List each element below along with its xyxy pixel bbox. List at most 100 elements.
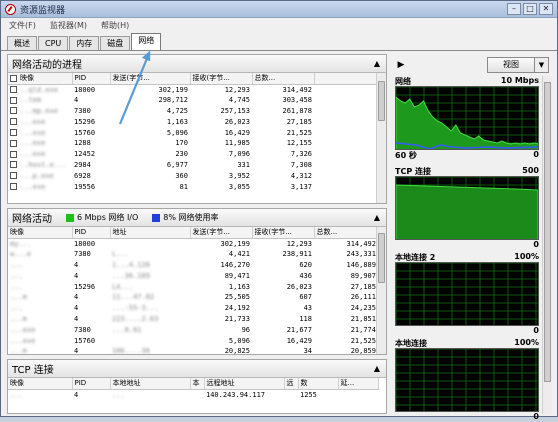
table-row[interactable]: ...exe 15296 1,163 26,023 27,185 xyxy=(8,116,378,127)
tcp-connections-header[interactable]: TCP 连接 ▲ xyxy=(8,360,386,378)
menu-file[interactable]: 文件(F) xyxy=(9,20,36,31)
cell-address: 11...47.82 xyxy=(112,293,155,302)
cell-recv: 21,677 xyxy=(286,325,312,334)
table-row[interactable]: ...exe 12452 230 7,096 7,326 xyxy=(8,149,378,160)
table-row[interactable]: ... 4 1...4.126 146,270 620 146,889 xyxy=(8,260,378,271)
cell-total: 89,907 xyxy=(350,271,376,280)
chevron-down-icon[interactable]: ▼ xyxy=(535,57,549,73)
row-checkbox[interactable] xyxy=(10,86,17,94)
cell-pid: 15296 xyxy=(74,117,96,126)
tcp-col-header[interactable]: 映像 xyxy=(8,378,73,390)
tab-overview[interactable]: 概述 xyxy=(7,36,37,50)
tcp-col-header[interactable]: 远程地址 xyxy=(204,378,285,390)
network-activity-header[interactable]: 网络活动 6 Mbps 网络 I/O 8% 网络使用率 ▲ xyxy=(8,209,386,227)
graph-footer: 0 xyxy=(395,240,539,250)
row-checkbox[interactable] xyxy=(10,139,17,147)
col-address[interactable]: 地址 xyxy=(110,227,191,239)
cell-recv: 34 xyxy=(303,347,312,355)
row-checkbox[interactable] xyxy=(10,129,17,137)
menu-monitor[interactable]: 监视器(M) xyxy=(50,20,87,31)
table-row[interactable]: ...exe 15760 5,096 16,429 21,525 xyxy=(8,335,378,346)
col-send[interactable]: 发送(字节... xyxy=(190,227,253,239)
tab-network[interactable]: 网络 xyxy=(131,33,162,50)
col-send[interactable]: 发送(字节... xyxy=(110,73,191,85)
graph-svg xyxy=(396,263,538,325)
minimize-button[interactable]: – xyxy=(507,3,521,15)
row-checkbox[interactable] xyxy=(10,161,17,169)
table-row[interactable]: ... 4 ...-55-3... 24,192 43 24,235 xyxy=(8,303,378,314)
row-checkbox[interactable] xyxy=(10,107,17,115)
col-pid[interactable]: PID xyxy=(72,73,111,85)
tab-cpu[interactable]: CPU xyxy=(38,36,69,50)
table-row[interactable]: ...exe 7380 ...8.61 96 21,677 21,774 xyxy=(8,324,378,335)
row-checkbox[interactable] xyxy=(10,150,17,158)
table-row[interactable]: ..host.e... 2984 6,977 331 7,308 xyxy=(8,160,378,171)
tcp-col-header[interactable]: PID xyxy=(72,378,111,390)
col-spacer xyxy=(314,73,379,85)
graph-canvas xyxy=(395,176,539,240)
collapse-up-icon[interactable]: ▲ xyxy=(374,59,380,68)
table-row[interactable]: ..qld.exe 18000 302,199 12,293 314,492 xyxy=(8,84,378,95)
graph-max-value: 100% xyxy=(514,252,539,261)
tcp-col-header[interactable]: 延... xyxy=(338,378,379,390)
scrollbar-thumb[interactable] xyxy=(378,81,385,121)
cell-pid: 6928 xyxy=(74,171,91,180)
menu-help[interactable]: 帮助(H) xyxy=(101,20,129,31)
scrollbar-thumb[interactable] xyxy=(544,82,551,382)
cell-total: 21,851 xyxy=(350,314,376,323)
row-checkbox[interactable] xyxy=(10,183,17,191)
table-row[interactable]: w...e 7380 L... 4,421 238,911 243,331 xyxy=(8,249,378,260)
graph-title: 本地连接 xyxy=(395,339,427,348)
processes-panel-header[interactable]: 网络活动的进程 ▲ xyxy=(8,55,386,73)
cell-total: 27,185 xyxy=(350,282,376,291)
scrollbar-thumb[interactable] xyxy=(378,233,385,283)
title-bar[interactable]: 资源监视器 – □ ✕ xyxy=(1,1,557,18)
activity-scrollbar[interactable] xyxy=(376,227,386,354)
col-recv[interactable]: 接收(字节... xyxy=(252,227,315,239)
collapse-up-icon[interactable]: ▲ xyxy=(374,213,380,222)
table-row[interactable]: ...exe 15760 5,096 16,429 21,525 xyxy=(8,127,378,138)
col-total[interactable]: 总数... xyxy=(252,73,315,85)
table-row[interactable]: ...m 4 106....36 20,825 34 20,859 xyxy=(8,346,378,355)
select-all-checkbox[interactable] xyxy=(10,74,17,82)
table-row[interactable]: ... 4... 140.243.94.117 1255 xyxy=(8,389,378,400)
table-row[interactable]: my... 18000 302,199 12,293 314,492 xyxy=(8,238,378,249)
tcp-col-header[interactable]: 数 xyxy=(298,378,339,390)
graphs-scrollbar[interactable] xyxy=(542,76,552,414)
table-row[interactable]: ... 4 ...36.189 89,471 436 89,907 xyxy=(8,270,378,281)
table-row[interactable]: ...exe 1288 170 11,985 12,155 xyxy=(8,138,378,149)
col-image[interactable]: 映像 xyxy=(8,227,73,239)
cell-total: 27,185 xyxy=(286,117,312,126)
col-recv[interactable]: 接收(字节... xyxy=(190,73,253,85)
table-row[interactable]: ... 15296 LA... 1,163 26,023 27,185 xyxy=(8,281,378,292)
expand-right-icon[interactable]: ▶ xyxy=(393,57,409,73)
tcp-col-header[interactable]: 本 xyxy=(190,378,205,390)
cell-image: ...exe xyxy=(8,149,72,160)
table-row[interactable]: ...mp.exe 7380 4,725 257,153 261,878 xyxy=(8,106,378,117)
row-checkbox[interactable] xyxy=(10,96,17,104)
view-button[interactable]: 视图 xyxy=(487,57,535,73)
collapse-up-icon[interactable]: ▲ xyxy=(374,364,380,373)
close-button[interactable]: ✕ xyxy=(539,3,553,15)
processes-scrollbar[interactable] xyxy=(376,73,386,203)
table-row[interactable]: ..tem 4 298,712 4,745 303,458 xyxy=(8,95,378,106)
row-checkbox[interactable] xyxy=(10,118,17,126)
cell-address: 106....36 xyxy=(112,347,150,355)
table-row[interactable]: ...exe 19556 81 3,055 3,137 xyxy=(8,181,378,192)
tab-memory[interactable]: 内存 xyxy=(69,36,100,50)
cell-pid: 15760 xyxy=(74,128,96,137)
cell-send: 230 xyxy=(175,150,188,159)
network-activity-table: 映像 PID 地址 发送(字节... 接收(字节... 总数... my... 1… xyxy=(8,227,379,355)
col-image[interactable]: 映像 xyxy=(8,73,73,85)
col-total[interactable]: 总数... xyxy=(314,227,379,239)
row-checkbox[interactable] xyxy=(10,172,17,180)
cell-recv: 12,293 xyxy=(224,85,250,94)
tcp-col-header[interactable]: 远 xyxy=(284,378,299,390)
table-row[interactable]: ...m 4 11...47.82 25,505 607 26,111 xyxy=(8,292,378,303)
table-row[interactable]: ...p.exe 6928 360 3,952 4,312 xyxy=(8,170,378,181)
tab-disk[interactable]: 磁盘 xyxy=(100,36,131,50)
maximize-button[interactable]: □ xyxy=(523,3,537,15)
tcp-col-header[interactable]: 本地地址 xyxy=(110,378,191,390)
table-row[interactable]: ...m 4 223....2.63 21,733 118 21,851 xyxy=(8,314,378,325)
col-pid[interactable]: PID xyxy=(72,227,111,239)
